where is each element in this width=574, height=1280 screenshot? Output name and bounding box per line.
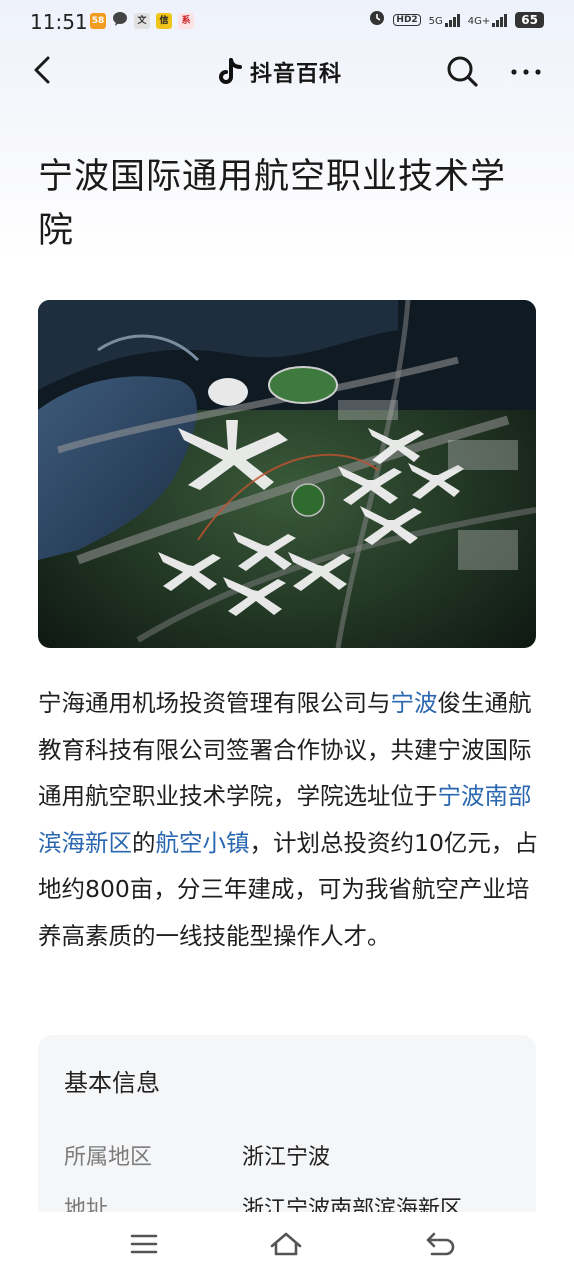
hero-image[interactable] — [38, 300, 536, 648]
link-aviation-town[interactable]: 航空小镇 — [156, 829, 250, 857]
search-icon — [447, 56, 478, 87]
alarm-icon — [369, 10, 385, 30]
chat-bubble-icon — [112, 11, 128, 31]
status-time: 11:51 — [30, 10, 88, 34]
system-nav-bar — [0, 1212, 574, 1280]
home-button[interactable] — [266, 1224, 306, 1264]
info-key: 所属地区 — [64, 1145, 153, 1170]
brand-title: 抖音百科 — [250, 62, 343, 87]
status-app-badges: 58 文 信 系 — [90, 11, 194, 31]
basic-info-heading: 基本信息 — [64, 1069, 160, 1097]
signal-4g: 4G+ — [468, 13, 508, 27]
back-nav-button[interactable] — [420, 1224, 460, 1264]
back-button[interactable] — [26, 52, 62, 88]
app-badge-58: 58 — [90, 13, 106, 29]
battery-indicator: 65 — [515, 12, 544, 28]
link-ningbo[interactable]: 宁波 — [391, 689, 438, 717]
more-icon — [511, 69, 541, 75]
search-button[interactable] — [443, 52, 483, 92]
menu-button[interactable] — [124, 1224, 164, 1264]
status-bar: 11:51 58 文 信 系 HD2 5G 4G+ 65 — [0, 0, 574, 44]
page-title: 宁波国际通用航空职业技术学院 — [38, 157, 507, 251]
app-badge-wen: 文 — [134, 13, 150, 29]
status-indicators: HD2 5G 4G+ 65 — [369, 10, 544, 30]
app-badge-xin: 信 — [156, 13, 172, 29]
home-icon — [270, 1232, 302, 1256]
douyin-logo-icon — [219, 58, 242, 84]
hd-indicator: HD2 — [393, 14, 421, 26]
app-badge-xi: 系 — [178, 13, 194, 29]
back-nav-icon — [426, 1232, 455, 1256]
nav-bar: 抖音百科 — [0, 44, 574, 98]
summary-text: 宁海通用机场投资管理有限公司与 — [38, 689, 391, 717]
menu-icon — [130, 1234, 158, 1254]
signal-5g: 5G — [429, 13, 460, 27]
summary-paragraph: 宁海通用机场投资管理有限公司与宁波俊生通航教育科技有限公司签署合作协议，共建宁波… — [38, 680, 538, 959]
brand: 抖音百科 — [218, 56, 342, 88]
back-icon — [34, 56, 50, 84]
summary-text: 的 — [132, 828, 156, 857]
basic-info-card: 基本信息 所属地区 浙江宁波 地址 浙江宁波南部滨海新区 — [38, 1035, 536, 1235]
info-value: 浙江宁波 — [242, 1145, 331, 1170]
campus-aerial-render-icon — [38, 300, 536, 648]
more-button[interactable] — [506, 52, 546, 92]
